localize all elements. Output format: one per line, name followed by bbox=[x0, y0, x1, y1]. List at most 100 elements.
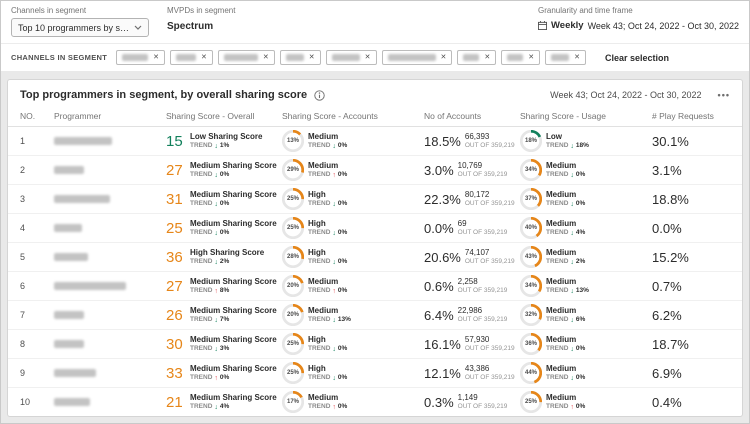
chip-remove-icon[interactable]: ✕ bbox=[574, 54, 580, 61]
trend-arrow-icon: ↑ bbox=[570, 403, 574, 411]
accounts-score-cell: 28% High TREND ↓ 0% bbox=[282, 246, 424, 268]
usage-score-cell: 40% Medium TREND ↓ 4% bbox=[520, 217, 652, 239]
accounts-trend: TREND ↑ 0% bbox=[308, 170, 348, 179]
accounts-score-label: High bbox=[308, 334, 326, 344]
overall-score-cell: 25 Medium Sharing Score TREND ↓ 0% bbox=[166, 219, 282, 237]
overall-score-cell: 15 Low Sharing Score TREND ↓ 1% bbox=[166, 131, 282, 150]
trend-arrow-icon: ↓ bbox=[214, 200, 218, 208]
chip-remove-icon[interactable]: ✕ bbox=[153, 54, 159, 61]
trend-arrow-icon: ↓ bbox=[570, 374, 574, 382]
trend-arrow-icon: ↓ bbox=[214, 345, 218, 353]
channels-dropdown[interactable]: Top 10 programmers by shari... bbox=[11, 18, 149, 37]
chip-remove-icon[interactable]: ✕ bbox=[263, 54, 269, 61]
chevron-down-icon bbox=[134, 25, 142, 30]
trend-arrow-icon: ↓ bbox=[570, 171, 574, 179]
trend-arrow-icon: ↑ bbox=[214, 374, 218, 382]
accounts-count: 74,107 bbox=[464, 247, 490, 257]
accounts-score-gauge: 20% bbox=[282, 304, 304, 326]
usage-score-label: Medium bbox=[546, 305, 577, 315]
channel-chip[interactable]: ✕ bbox=[545, 50, 586, 65]
trend-arrow-icon: ↓ bbox=[570, 229, 574, 237]
play-requests-cell: 0.7% bbox=[652, 279, 730, 294]
trend-arrow-icon: ↑ bbox=[332, 171, 336, 179]
overall-trend: TREND ↓ 2% bbox=[190, 257, 230, 266]
usage-score-cell: 34% Medium TREND ↓ 13% bbox=[520, 275, 652, 297]
accounts-out-of: OUT OF 359,219 bbox=[457, 170, 508, 178]
table-row[interactable]: 5 36 High Sharing Score TREND ↓ 2% 28% H… bbox=[8, 243, 742, 272]
accounts-percentage: 22.3% bbox=[424, 191, 461, 207]
trend-arrow-icon: ↓ bbox=[332, 345, 336, 353]
chip-remove-icon[interactable]: ✕ bbox=[528, 54, 534, 61]
trend-arrow-icon: ↓ bbox=[570, 287, 574, 295]
trend-arrow-icon: ↓ bbox=[570, 345, 574, 353]
table-row[interactable]: 2 27 Medium Sharing Score TREND ↓ 0% 29%… bbox=[8, 156, 742, 185]
accounts-score-label: Medium bbox=[308, 392, 339, 402]
accounts-count: 43,386 bbox=[464, 363, 490, 373]
channel-chip[interactable]: ✕ bbox=[116, 50, 165, 65]
usage-score-label: Medium bbox=[546, 363, 577, 373]
usage-score-gauge: 37% bbox=[520, 188, 542, 210]
channel-chip-label-redacted bbox=[176, 54, 196, 61]
accounts-count: 22,986 bbox=[457, 305, 483, 315]
usage-score-cell: 32% Medium TREND ↓ 6% bbox=[520, 304, 652, 326]
play-requests-cell: 18.7% bbox=[652, 337, 730, 352]
trend-arrow-icon: ↓ bbox=[214, 316, 218, 324]
row-number: 1 bbox=[20, 136, 26, 146]
accounts-count: 10,769 bbox=[457, 160, 483, 170]
overall-score-cell: 21 Medium Sharing Score TREND ↓ 4% bbox=[166, 393, 282, 411]
accounts-score-gauge: 29% bbox=[282, 159, 304, 181]
channel-chip[interactable]: ✕ bbox=[170, 50, 213, 65]
overall-score-cell: 33 Medium Sharing Score TREND ↑ 0% bbox=[166, 364, 282, 382]
table-row[interactable]: 10 21 Medium Sharing Score TREND ↓ 4% 17… bbox=[8, 388, 742, 416]
usage-score-label: Medium bbox=[546, 334, 577, 344]
accounts-percentage: 0.6% bbox=[424, 278, 454, 294]
table-row[interactable]: 7 26 Medium Sharing Score TREND ↓ 7% 20%… bbox=[8, 301, 742, 330]
no-of-accounts-cell: 12.1% 43,386 OUT OF 359,219 bbox=[424, 363, 520, 382]
accounts-score-gauge: 25% bbox=[282, 188, 304, 210]
mvpds-filter-value[interactable]: Spectrum bbox=[167, 18, 235, 32]
accounts-score-gauge: 28% bbox=[282, 246, 304, 268]
usage-score-gauge: 25% bbox=[520, 391, 542, 413]
play-requests-percentage: 18.8% bbox=[652, 191, 689, 207]
play-requests-percentage: 18.7% bbox=[652, 336, 689, 352]
more-options-icon[interactable]: ••• bbox=[718, 90, 730, 100]
overall-score-value: 27 bbox=[166, 277, 183, 295]
accounts-trend: TREND ↓ 0% bbox=[308, 199, 348, 208]
programmer-cell bbox=[54, 195, 166, 203]
table-row[interactable]: 3 31 Medium Sharing Score TREND ↓ 0% 25%… bbox=[8, 185, 742, 214]
channel-chips: ✕ ✕ ✕ ✕ ✕ ✕ ✕ ✕ ✕ bbox=[116, 50, 586, 65]
chip-remove-icon[interactable]: ✕ bbox=[484, 54, 490, 61]
usage-score-label: Medium bbox=[546, 276, 577, 286]
trend-arrow-icon: ↓ bbox=[214, 258, 218, 266]
info-icon[interactable] bbox=[314, 89, 325, 101]
timeframe-control[interactable]: Weekly Week 43; Oct 24, 2022 - Oct 30, 2… bbox=[537, 18, 739, 31]
channel-chip[interactable]: ✕ bbox=[501, 50, 541, 65]
chip-remove-icon[interactable]: ✕ bbox=[309, 54, 315, 61]
overall-score-value: 30 bbox=[166, 335, 183, 353]
accounts-score-label: High bbox=[308, 189, 326, 199]
column-header-score-accounts: Sharing Score - Accounts bbox=[282, 111, 378, 121]
table-row[interactable]: 9 33 Medium Sharing Score TREND ↑ 0% 25%… bbox=[8, 359, 742, 388]
table-row[interactable]: 6 27 Medium Sharing Score TREND ↑ 8% 20%… bbox=[8, 272, 742, 301]
table-row[interactable]: 1 15 Low Sharing Score TREND ↓ 1% 13% Me… bbox=[8, 127, 742, 156]
chip-remove-icon[interactable]: ✕ bbox=[201, 54, 207, 61]
clear-selection-button[interactable]: Clear selection bbox=[605, 53, 669, 63]
table-row[interactable]: 8 30 Medium Sharing Score TREND ↓ 3% 25%… bbox=[8, 330, 742, 359]
accounts-out-of: OUT OF 359,219 bbox=[464, 257, 515, 265]
usage-trend: TREND ↓ 0% bbox=[546, 344, 586, 353]
programmer-cell bbox=[54, 369, 166, 377]
channel-chip[interactable]: ✕ bbox=[279, 50, 321, 65]
accounts-count: 1,149 bbox=[457, 392, 478, 402]
channel-chip[interactable]: ✕ bbox=[381, 50, 453, 65]
accounts-score-label: High bbox=[308, 363, 326, 373]
table-row[interactable]: 4 25 Medium Sharing Score TREND ↓ 0% 25%… bbox=[8, 214, 742, 243]
no-of-accounts-cell: 22.3% 80,172 OUT OF 359,219 bbox=[424, 190, 520, 208]
channel-chip[interactable]: ✕ bbox=[457, 50, 497, 65]
chip-remove-icon[interactable]: ✕ bbox=[365, 54, 371, 61]
overall-score-label: Low Sharing Score bbox=[190, 131, 263, 141]
top-programmers-panel: Top programmers in segment, by overall s… bbox=[7, 79, 743, 417]
channel-chip[interactable]: ✕ bbox=[217, 50, 275, 65]
accounts-trend: TREND ↑ 0% bbox=[308, 286, 348, 295]
chip-remove-icon[interactable]: ✕ bbox=[441, 54, 447, 61]
channel-chip[interactable]: ✕ bbox=[325, 50, 377, 65]
